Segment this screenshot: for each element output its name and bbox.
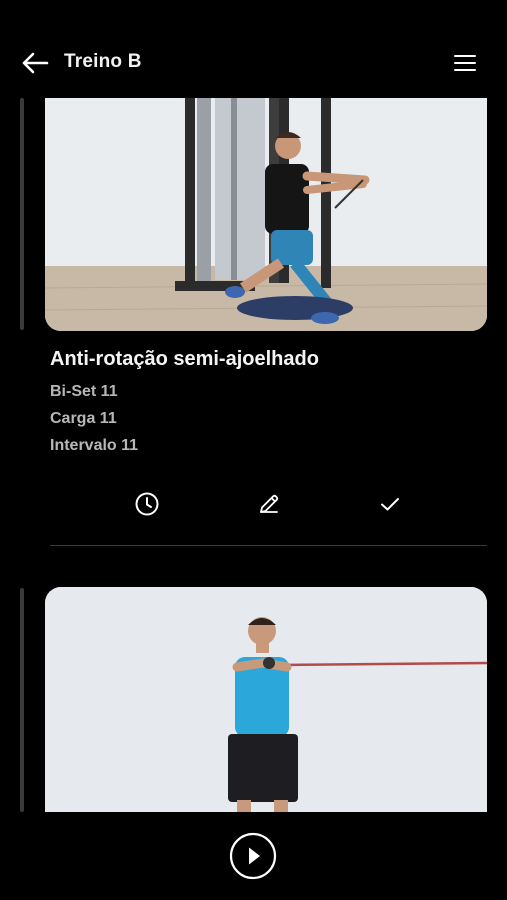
app-header: Treino B — [0, 0, 507, 98]
exercise-list[interactable]: Anti-rotação semi-ajoelhado Bi-Set 11 Ca… — [0, 98, 507, 812]
card-indicator-bar — [20, 98, 24, 330]
card-divider — [50, 545, 487, 546]
clock-icon — [135, 492, 159, 516]
timer-button[interactable] — [127, 484, 167, 524]
complete-button[interactable] — [370, 484, 410, 524]
card-indicator-bar — [20, 588, 24, 812]
exercise-load-info: Carga 11 — [50, 410, 117, 427]
arrow-left-icon — [22, 52, 49, 74]
page-title: Treino B — [64, 51, 142, 72]
exercise-interval-info: Intervalo 11 — [50, 437, 139, 454]
back-button[interactable] — [18, 48, 52, 78]
pencil-icon — [260, 494, 279, 513]
check-icon — [381, 498, 399, 511]
exercise-set-info: Bi-Set 11 — [50, 383, 118, 400]
edit-button[interactable] — [249, 484, 289, 524]
exercise-image[interactable] — [45, 587, 487, 812]
start-workout-button[interactable] — [229, 832, 277, 880]
exercise-title: Anti-rotação semi-ajoelhado — [50, 348, 319, 370]
bottom-bar — [0, 812, 507, 900]
exercise-image[interactable] — [45, 98, 487, 331]
hamburger-menu-icon — [454, 55, 476, 71]
play-circle-icon — [229, 832, 277, 880]
menu-button[interactable] — [451, 50, 479, 76]
